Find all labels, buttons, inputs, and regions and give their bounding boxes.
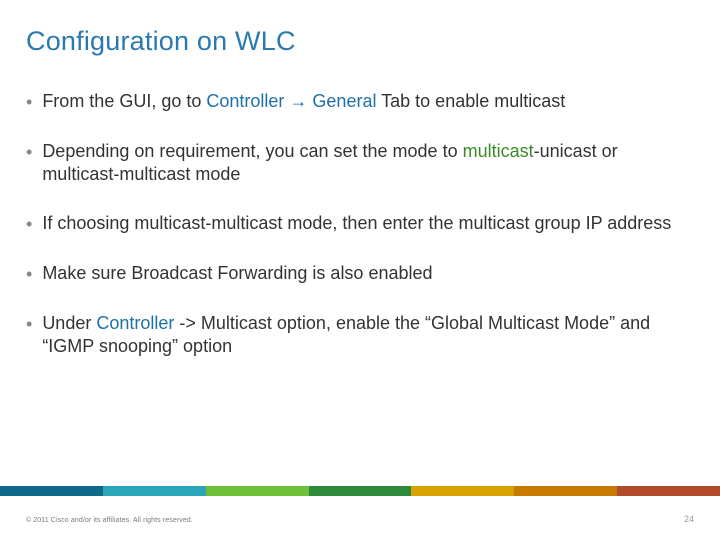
bullet-dot: • bbox=[26, 91, 32, 114]
text-fragment: Tab to enable multicast bbox=[376, 91, 565, 111]
bullet-item: • Depending on requirement, you can set … bbox=[26, 140, 694, 186]
footer: © 2011 Cisco and/or its affiliates. All … bbox=[26, 514, 694, 524]
bullet-list: • From the GUI, go to Controller → Gener… bbox=[26, 90, 694, 384]
mode-multicast-multicast: multicast-multicast bbox=[42, 164, 190, 184]
slide-title: Configuration on WLC bbox=[26, 26, 296, 57]
band-segment bbox=[0, 486, 103, 496]
nav-general: General bbox=[312, 91, 376, 111]
bullet-text: Make sure Broadcast Forwarding is also e… bbox=[42, 262, 694, 285]
band-segment bbox=[514, 486, 617, 496]
nav-controller: Controller bbox=[96, 313, 174, 333]
band-segment bbox=[309, 486, 412, 496]
band-segment bbox=[617, 486, 720, 496]
bullet-dot: • bbox=[26, 263, 32, 286]
text-fragment: Depending on requirement, you can set th… bbox=[42, 141, 462, 161]
slide: Configuration on WLC • From the GUI, go … bbox=[0, 0, 720, 540]
copyright-text: © 2011 Cisco and/or its affiliates. All … bbox=[26, 517, 193, 524]
text-fragment: mode bbox=[190, 164, 240, 184]
nav-controller: Controller bbox=[206, 91, 284, 111]
bullet-item: • Make sure Broadcast Forwarding is also… bbox=[26, 262, 694, 286]
band-segment bbox=[206, 486, 309, 496]
bullet-dot: • bbox=[26, 313, 32, 336]
text-fragment: From the GUI, go to bbox=[42, 91, 206, 111]
bullet-item: • Under Controller -> Multicast option, … bbox=[26, 312, 694, 358]
mode-multicast: multicast bbox=[463, 141, 534, 161]
bullet-item: • From the GUI, go to Controller → Gener… bbox=[26, 90, 694, 114]
text-fragment: If choosing bbox=[42, 213, 134, 233]
mode-multicast-multicast: multicast-multicast bbox=[134, 213, 282, 233]
bullet-dot: • bbox=[26, 141, 32, 164]
mode-unicast: unicast bbox=[540, 141, 597, 161]
page-number: 24 bbox=[684, 514, 694, 524]
bullet-dot: • bbox=[26, 213, 32, 236]
text-fragment: or bbox=[597, 141, 618, 161]
text-fragment: Under bbox=[42, 313, 96, 333]
bullet-text: Depending on requirement, you can set th… bbox=[42, 140, 694, 186]
bullet-text: From the GUI, go to Controller → General… bbox=[42, 90, 694, 113]
band-segment bbox=[411, 486, 514, 496]
text-fragment: mode, then enter the multicast group IP … bbox=[282, 213, 671, 233]
bullet-item: • If choosing multicast-multicast mode, … bbox=[26, 212, 694, 236]
color-band bbox=[0, 486, 720, 496]
arrow-icon: → bbox=[284, 91, 312, 111]
bullet-text: Under Controller -> Multicast option, en… bbox=[42, 312, 694, 358]
band-segment bbox=[103, 486, 206, 496]
bullet-text: If choosing multicast-multicast mode, th… bbox=[42, 212, 694, 235]
